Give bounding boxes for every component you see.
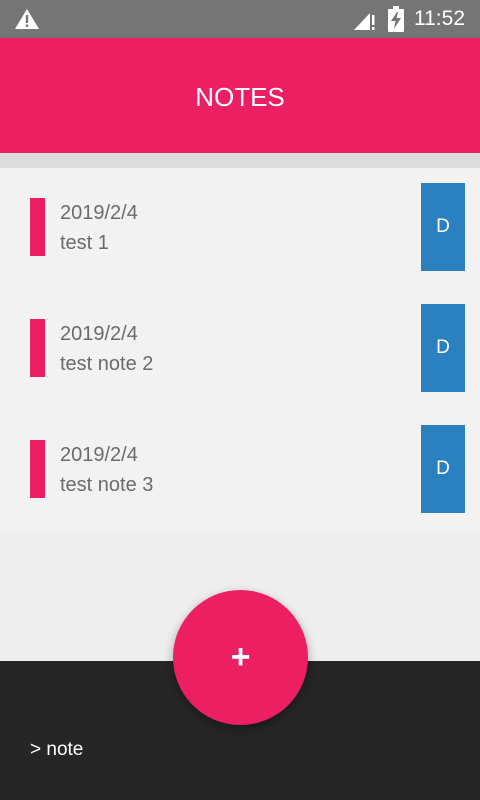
- note-date: 2019/2/4: [60, 444, 138, 466]
- note-title: test note 3: [60, 474, 154, 496]
- bottom-bar-label[interactable]: > note: [30, 738, 83, 762]
- plus-icon: +: [230, 638, 251, 676]
- note-item[interactable]: 2019/2/4 test 1 D: [0, 168, 480, 289]
- note-title: test note 2: [60, 353, 154, 375]
- add-note-button[interactable]: +: [173, 590, 308, 725]
- page-title: NOTES: [195, 82, 285, 112]
- delete-note-button[interactable]: D: [421, 304, 465, 392]
- note-color-marker: [30, 319, 45, 377]
- note-date: 2019/2/4: [60, 202, 138, 224]
- note-item[interactable]: 2019/2/4 test note 2 D: [0, 289, 480, 410]
- notes-list: 2019/2/4 test 1 D 2019/2/4 test note 2 D…: [0, 168, 480, 531]
- notes-screen: 11:52 NOTES 2019/2/4 test 1 D 2019/2/4 t…: [0, 0, 480, 800]
- note-title: test 1: [60, 232, 109, 254]
- delete-note-button[interactable]: D: [421, 425, 465, 513]
- warning-icon: [15, 9, 39, 29]
- battery-charging-icon: [388, 6, 404, 32]
- delete-note-button[interactable]: D: [421, 183, 465, 271]
- app-bar: NOTES: [0, 38, 480, 153]
- signal-icon: [354, 13, 375, 30]
- note-date: 2019/2/4: [60, 323, 138, 345]
- status-bar: 11:52: [0, 0, 480, 38]
- status-time: 11:52: [414, 7, 465, 30]
- divider: [0, 153, 480, 168]
- note-color-marker: [30, 198, 45, 256]
- note-item[interactable]: 2019/2/4 test note 3 D: [0, 410, 480, 531]
- note-color-marker: [30, 440, 45, 498]
